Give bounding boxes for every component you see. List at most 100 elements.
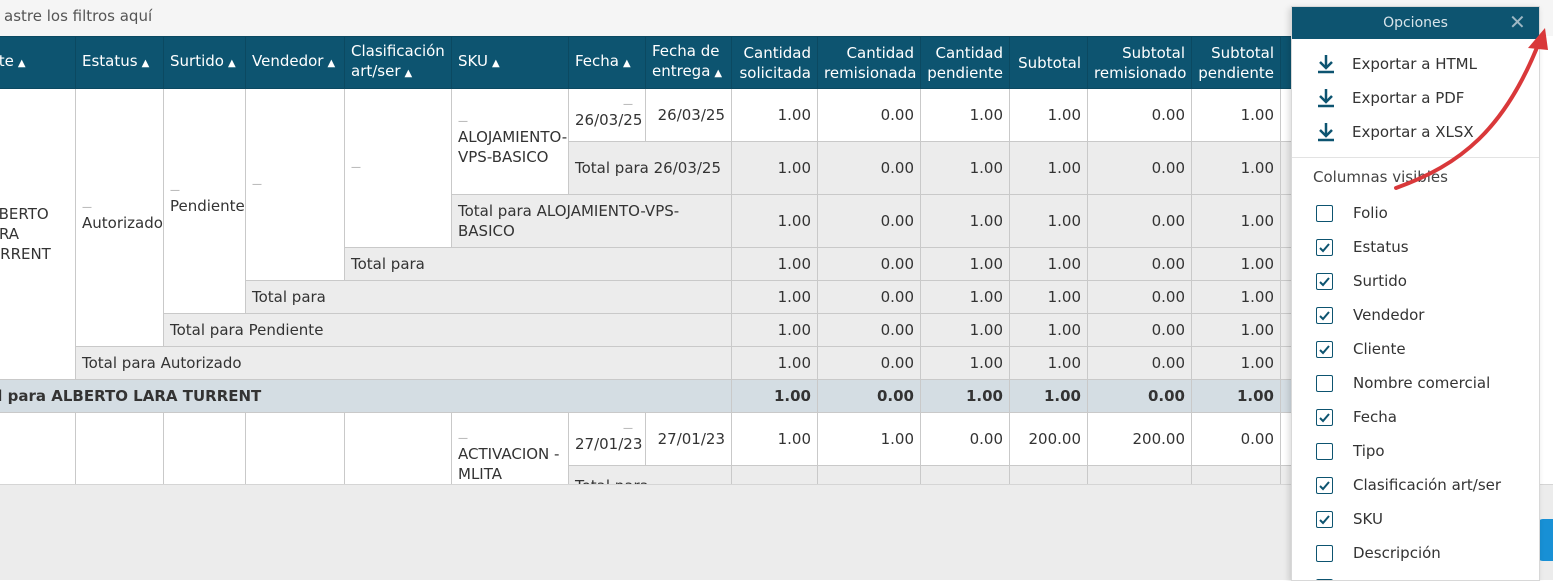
visible-columns-title: Columnas visibles [1292,158,1539,192]
checkbox-checked[interactable] [1316,239,1333,256]
checkbox-checked[interactable] [1316,409,1333,426]
number-cell: 200.00 [1010,413,1088,466]
column-toggle[interactable]: Tipo [1292,434,1539,468]
column-toggle-label: Descripción [1353,544,1441,562]
sku-value: ALOJAMIENTO-VPS-BASICO [458,128,567,166]
checkbox-checked[interactable] [1316,307,1333,324]
download-icon [1316,87,1336,109]
column-toggle[interactable]: Estatus [1292,230,1539,264]
surtido-cell: —Pendiente [164,89,246,314]
download-icon [1316,121,1336,143]
options-panel: Opciones ✕ Exportar a HTML Exportar a PDF… [1291,6,1540,581]
number-cell: 200.00 [1088,413,1192,466]
options-panel-header: Opciones ✕ [1292,7,1539,39]
column-toggle-label: SKU [1353,510,1383,528]
column-header[interactable]: Fecha▲ [569,37,646,89]
column-header-label: Vendedor [252,52,323,70]
number-cell: 1.00 [818,413,921,466]
empty-cell [921,466,1010,485]
export-option-label: Exportar a HTML [1352,55,1477,73]
checkbox-unchecked[interactable] [1316,375,1333,392]
column-header[interactable]: Cantidad pendiente [921,37,1010,89]
close-icon[interactable]: ✕ [1509,13,1527,31]
column-header[interactable]: Surtido▲ [164,37,246,89]
checkbox-unchecked[interactable] [1316,205,1333,222]
cliente-value: ALBERTO LARA TURRENT [0,205,51,263]
column-toggle-label: Surtido [1353,272,1407,290]
column-header[interactable]: Subtotal [1010,37,1088,89]
export-option[interactable]: Exportar a XLSX [1292,115,1539,149]
sort-ascending-icon[interactable]: ▲ [492,54,500,74]
sort-ascending-icon[interactable]: ▲ [714,64,722,84]
number-cell: 0.00 [818,89,921,142]
sort-ascending-icon[interactable]: ▲ [228,54,236,74]
column-header-label: Surtido [170,52,224,70]
sort-ascending-icon[interactable]: ▲ [18,54,26,74]
checkbox-checked[interactable] [1316,477,1333,494]
column-header-label: Subtotal [1018,54,1081,72]
column-toggle-label: Nombre comercial [1353,374,1490,392]
column-toggle[interactable]: Fecha [1292,400,1539,434]
column-toggle[interactable]: Vendedor [1292,298,1539,332]
column-header[interactable]: Cantidad remisionada [818,37,921,89]
column-header[interactable]: Estatus▲ [76,37,164,89]
sort-ascending-icon[interactable]: ▲ [405,64,413,84]
column-header[interactable]: Cantidad solicitada [732,37,818,89]
clasificacion-cell: — [345,89,452,248]
number-cell: 0.00 [1088,347,1192,380]
column-toggle-label: Cliente [1353,340,1406,358]
estatus-value: Autorizado [82,214,163,232]
checkbox-checked[interactable] [1316,273,1333,290]
total-label-cell: Total para 26/03/25 [569,142,732,195]
number-cell: 1.00 [921,195,1010,248]
column-header[interactable]: Clasificación art/ser▲ [345,37,452,89]
checkbox-checked[interactable] [1316,341,1333,358]
column-header[interactable]: ente▲ [0,37,76,89]
column-toggle[interactable]: SKU [1292,502,1539,536]
checkbox-checked[interactable] [1316,511,1333,528]
surtido-value: Pendiente [170,197,245,215]
total-label-cell: Total para ALOJAMIENTO-VPS-BASICO [452,195,732,248]
column-toggle[interactable]: Nombre comercial [1292,366,1539,400]
column-header[interactable]: Subtotal pendiente [1192,37,1281,89]
column-toggle-label: Estatus [1353,238,1409,256]
checkbox-unchecked[interactable] [1316,545,1333,562]
export-option-label: Exportar a XLSX [1352,123,1474,141]
number-cell: 1.00 [732,195,818,248]
column-header[interactable]: Subtotal remisionado [1088,37,1192,89]
column-toggle[interactable]: Fecha [1292,570,1539,581]
number-cell: 0.00 [818,314,921,347]
empty-cell [732,466,818,485]
number-cell: 1.00 [732,281,818,314]
number-cell: 1.00 [1192,314,1281,347]
options-panel-title: Opciones [1292,15,1539,31]
number-cell: 1.00 [732,413,818,466]
column-toggle[interactable]: Surtido [1292,264,1539,298]
sort-ascending-icon[interactable]: ▲ [142,54,150,74]
export-option[interactable]: Exportar a PDF [1292,81,1539,115]
export-option[interactable]: Exportar a HTML [1292,47,1539,81]
column-header[interactable]: SKU▲ [452,37,569,89]
column-toggle-label: Clasificación art/ser [1353,476,1501,494]
number-cell: 1.00 [1010,248,1088,281]
number-cell: 0.00 [1088,314,1192,347]
fecha-entrega-cell: 26/03/25 [646,89,732,142]
sort-ascending-icon[interactable]: ▲ [327,54,335,74]
column-header-label: Cantidad remisionada [824,44,916,82]
column-header-label: SKU [458,52,488,70]
number-cell: 1.00 [732,248,818,281]
column-header-label: Estatus [82,52,138,70]
column-toggle[interactable]: Descripción [1292,536,1539,570]
column-toggle-label: Tipo [1353,442,1385,460]
column-toggle[interactable]: Cliente [1292,332,1539,366]
column-toggle-label: Vendedor [1353,306,1424,324]
checkbox-unchecked[interactable] [1316,443,1333,460]
column-header[interactable]: Fecha de entrega▲ [646,37,732,89]
column-toggle[interactable]: Clasificación art/ser [1292,468,1539,502]
sort-ascending-icon[interactable]: ▲ [623,54,631,74]
cliente-cell: ALBERTO LARA TURRENT [0,89,76,380]
download-icon [1316,53,1336,75]
column-header[interactable]: Vendedor▲ [246,37,345,89]
column-toggle[interactable]: Folio [1292,196,1539,230]
number-cell: 1.00 [1010,142,1088,195]
